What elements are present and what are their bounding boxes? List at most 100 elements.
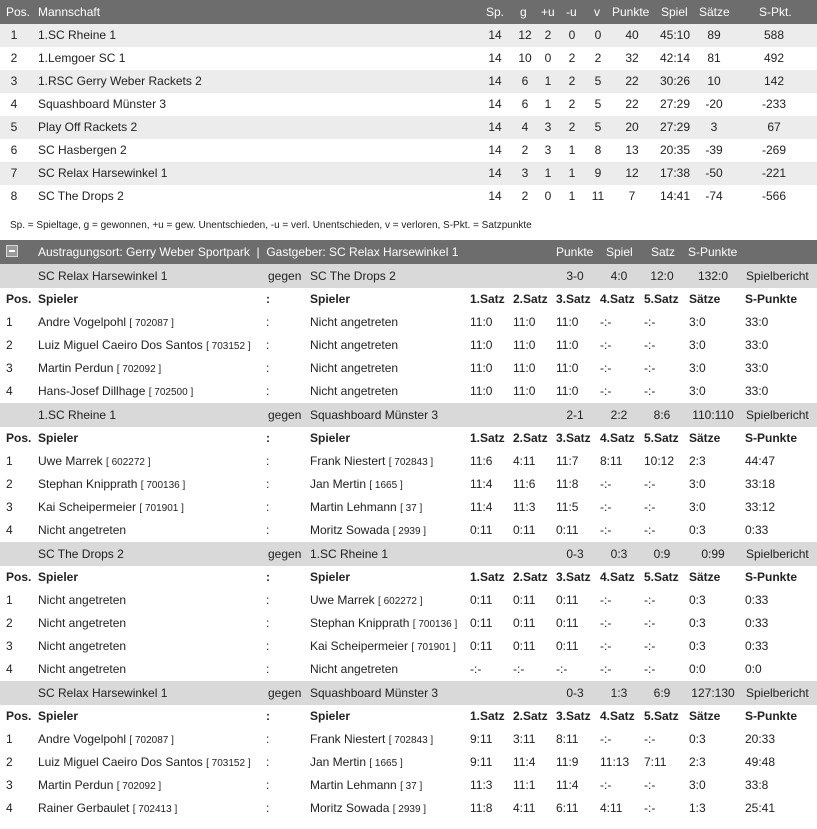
game-saetze: 0:0 — [689, 662, 706, 676]
match-satz: 12:0 — [650, 269, 674, 283]
vs-label: gegen — [268, 686, 302, 700]
game-row: 1 Andre Vogelpohl [ 702087 ]: Nicht angetr… — [0, 311, 817, 334]
col-colon: : — [266, 292, 270, 306]
home-player: Nicht angetreten — [38, 589, 126, 613]
player-id: [ 37 ] — [400, 781, 423, 792]
standings-cell-spkt: -233 — [761, 97, 787, 111]
player-name: Frank Niestert — [310, 454, 386, 468]
game-s2: 4:11 — [513, 454, 536, 468]
col-spieler-away: Spieler — [310, 292, 351, 306]
home-team[interactable]: SC Relax Harsewinkel 1 — [38, 264, 167, 288]
spielbericht-link[interactable]: Spielbericht — [746, 264, 809, 288]
home-team[interactable]: SC The Drops 2 — [38, 542, 124, 566]
standings-row: 5 Play Off Rackets 2 14 4 3 2 5 20 27:29 3 67 — [0, 116, 817, 139]
col-colon: : — [266, 570, 270, 584]
game-s2: 11:0 — [513, 315, 536, 329]
standings-cell-team[interactable]: Squashboard Münster 3 — [38, 93, 166, 116]
col-satz2: 2.Satz — [513, 292, 548, 306]
match-spunkte: 0:99 — [701, 547, 725, 561]
game-pos: 3 — [6, 500, 13, 514]
col-spunkte: S-Punkte — [745, 431, 798, 445]
player-id: [ 703152 ] — [206, 758, 251, 769]
player-id: [ 702843 ] — [388, 735, 434, 746]
game-saetze: 0:3 — [689, 593, 706, 607]
col-satz2: 2.Satz — [513, 570, 548, 584]
home-player: Martin Perdun [ 702092 ] — [38, 357, 161, 381]
standings-cell-team[interactable]: 1.RSC Gerry Weber Rackets 2 — [38, 70, 202, 93]
away-player: Frank Niestert [ 702843 ] — [310, 728, 433, 752]
standings-cell-spiel: 30:26 — [659, 74, 691, 88]
header-saetze: Sätze — [699, 5, 730, 19]
spielbericht-link[interactable]: Spielbericht — [746, 403, 809, 427]
game-saetze: 3:0 — [689, 477, 706, 491]
venue-host-label: Austragungsort: Gerry Weber Sportpark | … — [38, 245, 459, 259]
player-id: [ 1665 ] — [369, 758, 403, 769]
game-s5: -:- — [644, 778, 656, 792]
game-s4: -:- — [600, 361, 612, 375]
game-saetze: 2:3 — [689, 454, 706, 468]
away-team[interactable]: SC The Drops 2 — [310, 264, 396, 288]
standings-cell-team[interactable]: SC Hasbergen 2 — [38, 139, 127, 162]
player-id: [ 37 ] — [400, 503, 423, 514]
standings-cell-team[interactable]: 1.SC Rheine 1 — [38, 24, 116, 47]
standings-cell-team[interactable]: Play Off Rackets 2 — [38, 116, 137, 139]
game-row: 3 Kai Scheipermeier [ 701901 ]: Martin Leh… — [0, 496, 817, 519]
player-name: Nicht angetreten — [38, 593, 127, 607]
home-player: Andre Vogelpohl [ 702087 ] — [38, 311, 174, 335]
away-player: Nicht angetreten — [310, 311, 398, 335]
game-pos: 2 — [6, 755, 13, 769]
col-satz3: 3.Satz — [556, 709, 591, 723]
game-s4: -:- — [600, 384, 612, 398]
player-id: [ 702087 ] — [129, 735, 174, 746]
away-player: Stephan Knipprath [ 700136 ] — [310, 612, 457, 636]
home-team[interactable]: 1.SC Rheine 1 — [38, 403, 116, 427]
home-team[interactable]: SC Relax Harsewinkel 1 — [38, 681, 167, 705]
col-pos: Pos. — [6, 570, 32, 584]
game-colon: : — [266, 778, 270, 792]
game-saetze: 3:0 — [689, 384, 706, 398]
game-colon: : — [266, 384, 270, 398]
away-team[interactable]: 1.SC Rheine 1 — [310, 542, 388, 566]
col-satz1: 1.Satz — [470, 709, 505, 723]
standings-cell-team[interactable]: SC The Drops 2 — [38, 185, 124, 208]
player-name: Nicht angetreten — [38, 616, 127, 630]
match-header-row: SC The Drops 2 gegen 1.SC Rheine 1 0-3 0:3 0:… — [0, 542, 817, 566]
spielbericht-link[interactable]: Spielbericht — [746, 681, 809, 705]
game-sp: 20:33 — [745, 732, 776, 746]
game-pos: 2 — [6, 616, 13, 630]
game-colon: : — [266, 477, 270, 491]
game-s3: 11:9 — [556, 755, 579, 769]
game-s3: 0:11 — [556, 523, 579, 537]
header-spunkte-label: S-Punkte — [688, 245, 738, 259]
player-name: Rainer Gerbaulet — [38, 801, 130, 815]
game-s3: 0:11 — [556, 639, 579, 653]
game-s5: 10:12 — [644, 454, 675, 468]
away-team[interactable]: Squashboard Münster 3 — [310, 681, 438, 705]
player-name: Luiz Miguel Caeiro Dos Santos — [38, 755, 203, 769]
game-s1: 11:0 — [470, 361, 493, 375]
col-spieler-home: Spieler — [38, 431, 79, 445]
player-name: Jan Mertin — [310, 755, 367, 769]
spielbericht-link[interactable]: Spielbericht — [746, 542, 809, 566]
standings-cell-team[interactable]: SC Relax Harsewinkel 1 — [38, 162, 167, 185]
game-s1: 11:0 — [470, 315, 493, 329]
standings-cell-pos: 1 — [10, 28, 18, 42]
standings-cell-team[interactable]: 1.Lemgoer SC 1 — [38, 47, 125, 70]
away-player: Martin Lehmann [ 37 ] — [310, 496, 422, 520]
away-team[interactable]: Squashboard Münster 3 — [310, 403, 438, 427]
game-colon: : — [266, 639, 270, 653]
match-header-row: 1.SC Rheine 1 gegen Squashboard Münster 3 2… — [0, 403, 817, 427]
standings-legend: Sp. = Spieltage, g = gewonnen, +u = gew.… — [10, 220, 532, 231]
games-column-header: Pos. Spieler: Spieler 1.Satz 2.Satz 3.Satz 4.S… — [0, 566, 817, 589]
col-satz5: 5.Satz — [644, 292, 679, 306]
game-s5: -:- — [644, 315, 656, 329]
game-row: 4 Hans-Josef Dillhage [ 702500 ]: Nicht an… — [0, 380, 817, 403]
standings-cell-punkte: 12 — [625, 166, 639, 180]
standings-cell-punkte: 7 — [628, 189, 636, 203]
player-name: Martin Perdun — [38, 361, 114, 375]
game-pos: 4 — [6, 523, 13, 537]
results-header: Austragungsort: Gerry Weber Sportpark | … — [0, 240, 817, 264]
player-name: Jan Mertin — [310, 477, 367, 491]
collapse-icon[interactable] — [6, 245, 18, 257]
player-id: [ 702092 ] — [116, 364, 162, 375]
